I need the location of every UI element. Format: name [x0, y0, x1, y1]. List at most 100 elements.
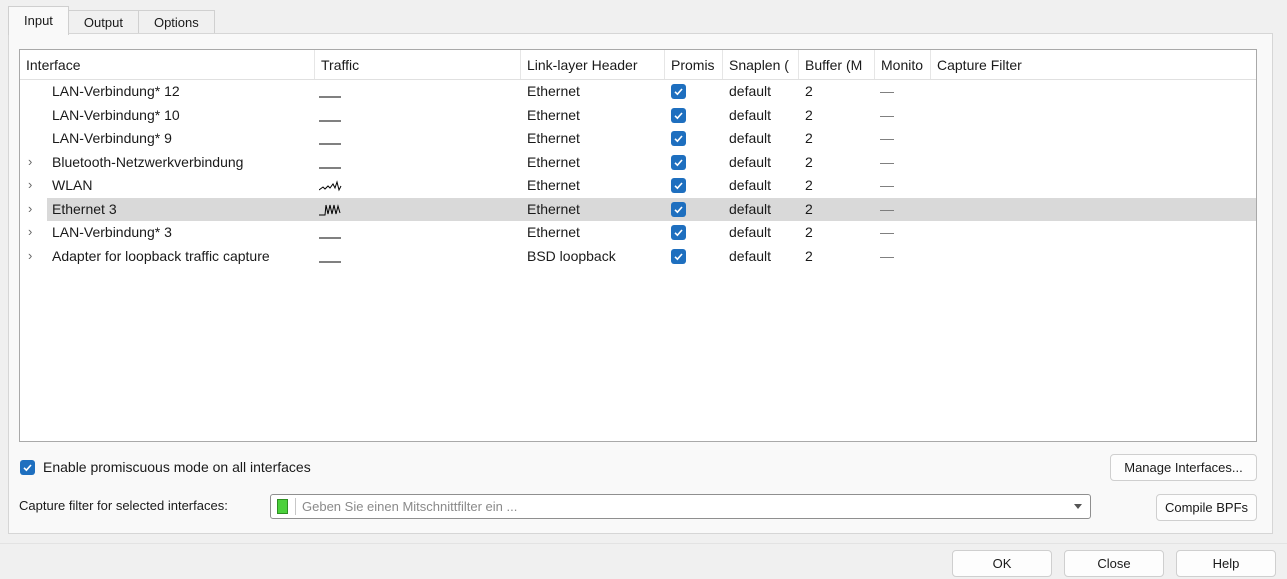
chevron-right-icon[interactable]: › [28, 174, 42, 197]
link-layer-header: Ethernet [527, 200, 580, 217]
busy-sparkline-icon [319, 203, 341, 215]
column-header-capture-filter[interactable]: Capture Filter [931, 50, 1256, 79]
snaplen-value[interactable]: default [729, 198, 799, 221]
bookmark-icon[interactable] [277, 499, 288, 514]
help-button[interactable]: Help [1176, 550, 1276, 577]
table-row[interactable]: › Bluetooth-Netzwerkverbindung Ethernet … [20, 151, 1256, 174]
promiscuous-checkbox[interactable] [671, 131, 686, 146]
link-layer-header: Ethernet [527, 106, 580, 123]
tab-output[interactable]: Output [67, 10, 139, 34]
table-row[interactable]: › Ethernet 3 Ethernet default 2 — [20, 197, 1256, 221]
snaplen-value[interactable]: default [729, 104, 799, 127]
promiscuous-all-checkbox[interactable] [20, 460, 35, 475]
snaplen-value[interactable]: default [729, 221, 799, 244]
interface-name: Adapter for loopback traffic capture [52, 247, 270, 264]
promiscuous-checkbox[interactable] [671, 248, 686, 264]
buffer-value[interactable]: 2 [805, 245, 875, 268]
snaplen-value[interactable]: default [729, 174, 799, 197]
chevron-right-icon[interactable]: › [28, 221, 42, 244]
promiscuous-checkbox[interactable] [671, 154, 686, 170]
capture-filter-cell[interactable] [937, 151, 1237, 174]
capture-filter-cell[interactable] [937, 245, 1237, 268]
buffer-value[interactable]: 2 [805, 80, 875, 103]
tab-input[interactable]: Input [8, 6, 69, 35]
column-header-promiscuous[interactable]: Promis [665, 50, 723, 79]
column-header-link-layer[interactable]: Link-layer Header [521, 50, 665, 79]
interface-name: LAN-Verbindung* 9 [52, 130, 172, 146]
table-row[interactable]: LAN-Verbindung* 9 Ethernet default 2 — [20, 127, 1256, 150]
buffer-value[interactable]: 2 [805, 174, 875, 197]
chevron-right-icon[interactable]: › [28, 151, 42, 174]
promiscuous-checkbox[interactable] [671, 107, 686, 123]
flat-sparkline-icon [319, 261, 341, 262]
monitor-mode-value: — [880, 224, 894, 240]
snaplen-value[interactable]: default [729, 245, 799, 268]
flat-sparkline-icon [319, 237, 341, 239]
tab-bar: Input Output Options [8, 6, 215, 35]
interface-table[interactable]: Interface Traffic Link-layer Header Prom… [19, 49, 1257, 442]
monitor-mode-value: — [880, 247, 894, 264]
promiscuous-checkbox[interactable] [671, 225, 686, 240]
table-header: Interface Traffic Link-layer Header Prom… [20, 50, 1256, 80]
active-sparkline-icon [319, 180, 342, 192]
capture-filter-combo[interactable]: Geben Sie einen Mitschnittfilter ein ... [270, 494, 1091, 519]
table-row[interactable]: LAN-Verbindung* 10 Ethernet default 2 — [20, 104, 1256, 127]
capture-filter-cell[interactable] [937, 174, 1237, 197]
table-row[interactable]: › LAN-Verbindung* 3 Ethernet default 2 — [20, 221, 1256, 244]
capture-filter-cell[interactable] [937, 80, 1237, 103]
table-row[interactable]: › Adapter for loopback traffic capture B… [20, 245, 1256, 268]
interface-name: LAN-Verbindung* 10 [52, 106, 180, 123]
snaplen-value[interactable]: default [729, 80, 799, 103]
buffer-value[interactable]: 2 [805, 198, 875, 221]
monitor-mode-value: — [880, 200, 894, 217]
flat-sparkline-icon [319, 143, 341, 145]
manage-interfaces-button[interactable]: Manage Interfaces... [1110, 454, 1257, 481]
capture-filter-input[interactable]: Geben Sie einen Mitschnittfilter ein ... [302, 495, 517, 518]
monitor-mode-value: — [880, 130, 894, 146]
flat-sparkline-icon [319, 96, 341, 98]
table-row[interactable]: LAN-Verbindung* 12 Ethernet default 2 — [20, 80, 1256, 103]
link-layer-header: BSD loopback [527, 247, 616, 264]
link-layer-header: Ethernet [527, 130, 580, 146]
promiscuous-checkbox[interactable] [671, 84, 686, 99]
monitor-mode-value: — [880, 83, 894, 99]
chevron-right-icon[interactable]: › [28, 198, 42, 221]
table-row[interactable]: › WLAN Ethernet default 2 — [20, 174, 1256, 197]
column-header-snaplen[interactable]: Snaplen ( [723, 50, 799, 79]
capture-filter-cell[interactable] [937, 198, 1237, 221]
monitor-mode-value: — [880, 177, 894, 193]
link-layer-header: Ethernet [527, 224, 580, 240]
ok-button[interactable]: OK [952, 550, 1052, 577]
buffer-value[interactable]: 2 [805, 127, 875, 150]
snaplen-value[interactable]: default [729, 127, 799, 150]
capture-filter-cell[interactable] [937, 104, 1237, 127]
interface-name: WLAN [52, 177, 93, 193]
close-button[interactable]: Close [1064, 550, 1164, 577]
combo-separator [295, 498, 296, 515]
link-layer-header: Ethernet [527, 83, 580, 99]
column-header-buffer[interactable]: Buffer (M [799, 50, 875, 79]
chevron-right-icon[interactable]: › [28, 245, 42, 268]
column-header-traffic[interactable]: Traffic [315, 50, 521, 79]
interface-name: LAN-Verbindung* 3 [52, 224, 172, 240]
promiscuous-checkbox[interactable] [671, 178, 686, 193]
promiscuous-all-label[interactable]: Enable promiscuous mode on all interface… [43, 459, 311, 475]
flat-sparkline-icon [319, 167, 341, 168]
capture-filter-label: Capture filter for selected interfaces: [19, 498, 228, 513]
chevron-down-icon[interactable] [1074, 504, 1082, 509]
column-header-monitor[interactable]: Monito [875, 50, 931, 79]
promiscuous-checkbox[interactable] [671, 201, 686, 217]
buffer-value[interactable]: 2 [805, 151, 875, 174]
snaplen-value[interactable]: default [729, 151, 799, 174]
tab-options[interactable]: Options [137, 10, 215, 34]
buffer-value[interactable]: 2 [805, 221, 875, 244]
column-header-interface[interactable]: Interface [20, 50, 315, 79]
interface-name: LAN-Verbindung* 12 [52, 83, 180, 99]
capture-filter-cell[interactable] [937, 127, 1237, 150]
flat-sparkline-icon [319, 120, 341, 121]
interface-name: Bluetooth-Netzwerkverbindung [52, 153, 244, 170]
compile-bpfs-button[interactable]: Compile BPFs [1156, 494, 1257, 521]
monitor-mode-value: — [880, 106, 894, 123]
capture-filter-cell[interactable] [937, 221, 1237, 244]
buffer-value[interactable]: 2 [805, 104, 875, 127]
